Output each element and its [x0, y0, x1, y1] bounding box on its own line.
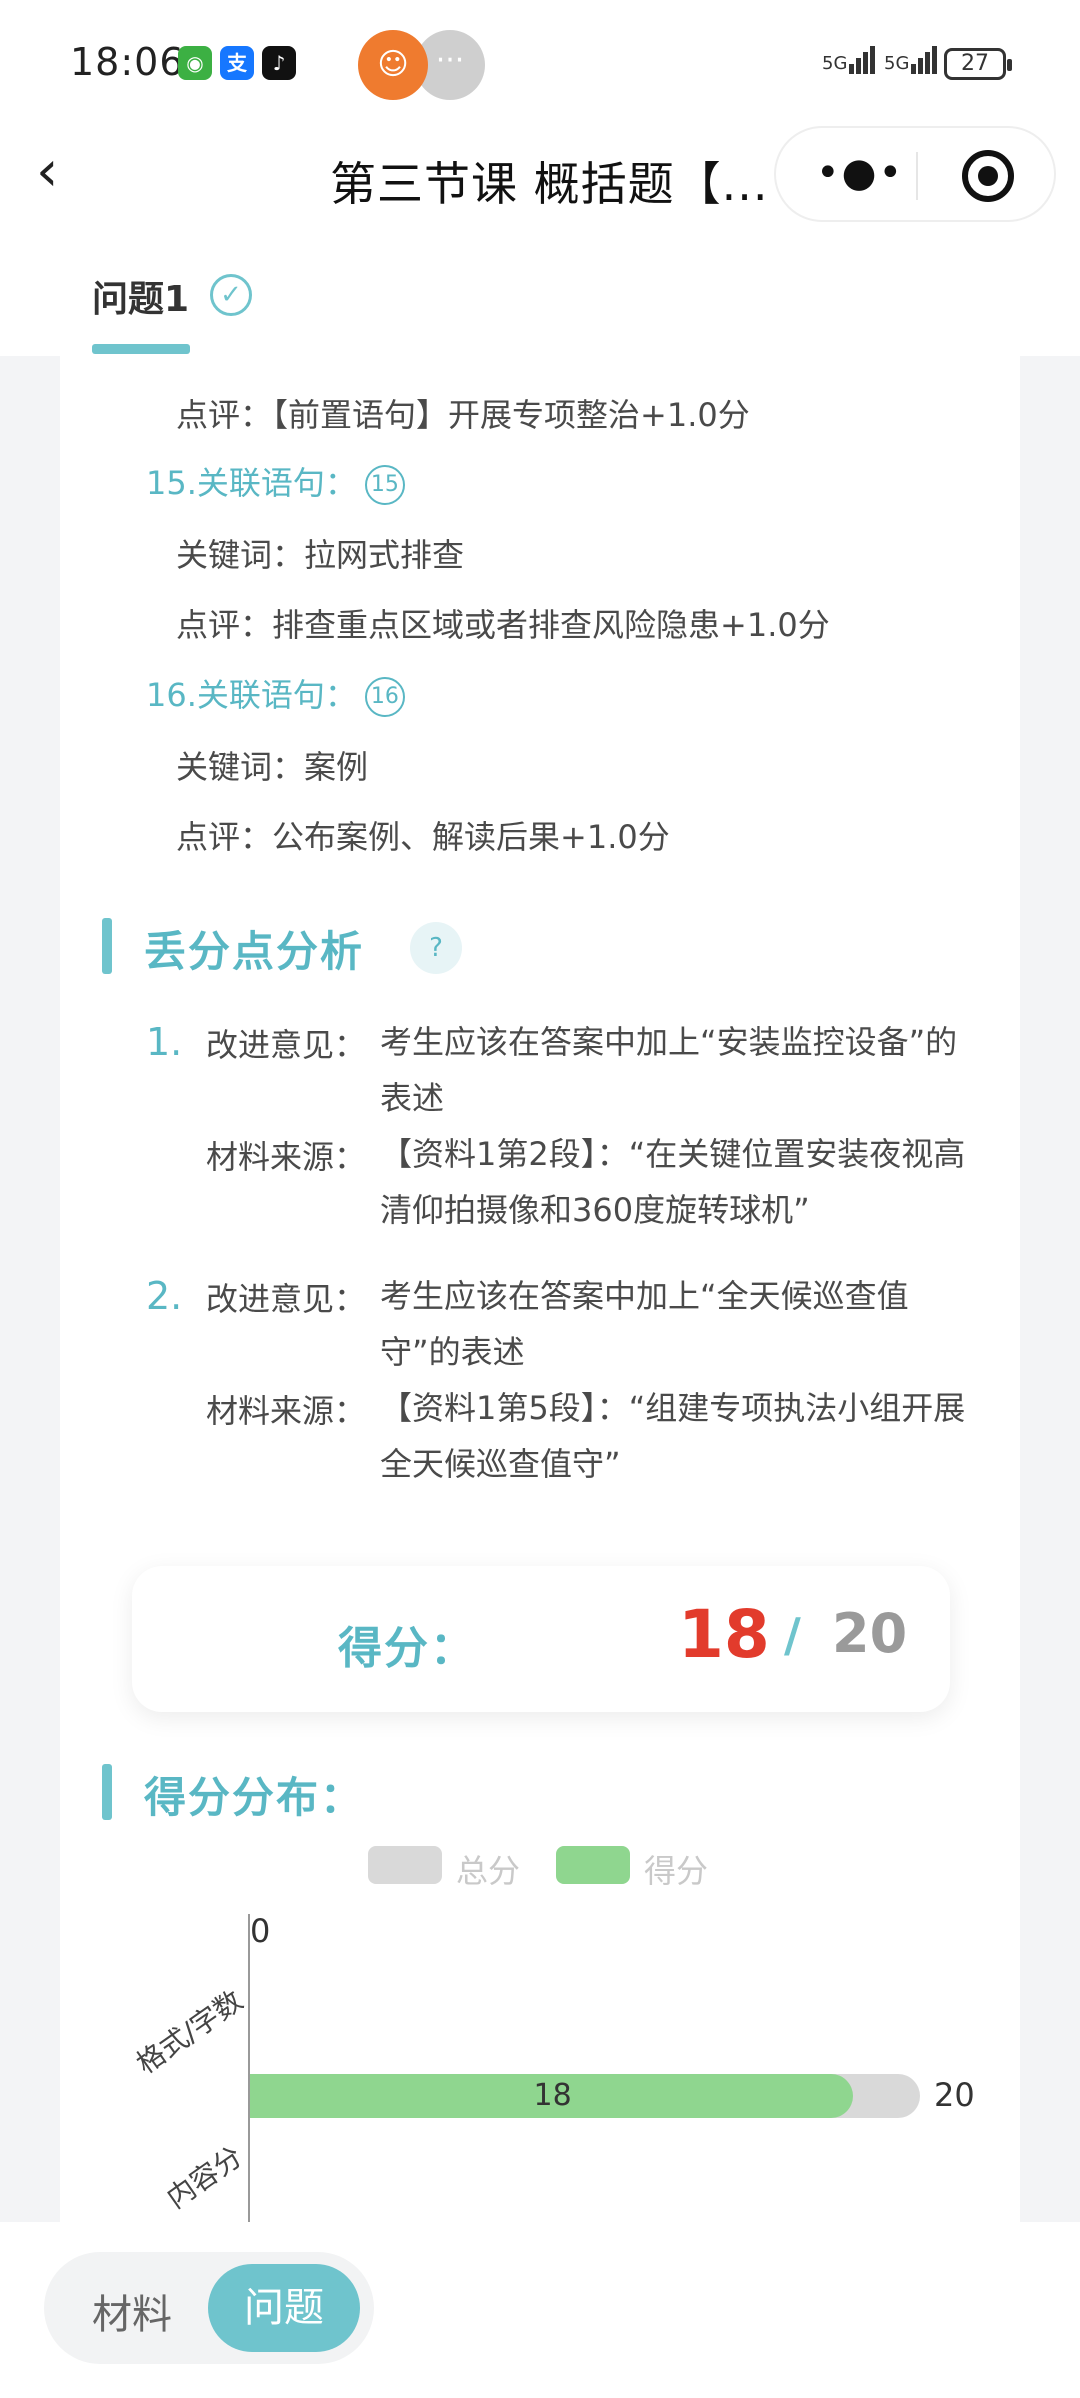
advice-label: 改进意见： [206, 1026, 367, 1064]
legend-swatch-score [556, 1846, 630, 1884]
loss-item-number: 2. [146, 1274, 183, 1318]
source-label: 材料来源： [206, 1138, 367, 1176]
battery-icon: 27 [944, 48, 1012, 80]
legend-label-score[interactable]: 得分 [644, 1846, 708, 1892]
legend-swatch-total [368, 1846, 442, 1884]
point-15-keyword: 关键词：拉网式排查 [176, 536, 465, 574]
signal-icon-1: 5G [822, 46, 877, 74]
advice-text: 考生应该在答案中加上“全天候巡查值守”的表述 [380, 1277, 909, 1371]
score-obtained: 18 [678, 1596, 770, 1673]
circled-number-16-icon: 16 [364, 677, 405, 717]
legend-label-total[interactable]: 总分 [456, 1846, 520, 1892]
advice-text: 考生应该在答案中加上“安装监控设备”的表述 [380, 1023, 958, 1117]
wechat-icon: ◉ [178, 46, 212, 80]
chart-category-content: 内容分 [160, 2139, 249, 2215]
source-text: 【资料1第5段】：“组建专项执法小组开展全天候巡查值守” [380, 1389, 966, 1483]
more-dots-icon[interactable]: •●• [816, 150, 904, 196]
bar-total-label-1: 20 [934, 2076, 975, 2114]
tab-active-indicator [92, 344, 190, 354]
status-time: 18:06 [70, 40, 185, 84]
point-14-comment: 点评：【前置语句】开展专项整治+1.0分 [176, 396, 750, 434]
loss-analysis-title: 丢分点分析 [144, 927, 365, 976]
segment-material[interactable]: 材料 [92, 2282, 172, 2340]
back-chevron-icon[interactable]: ‹ [36, 142, 58, 202]
douyin-icon: ♪ [262, 46, 296, 80]
segment-question[interactable]: 问题 [208, 2264, 360, 2352]
chart-y-axis [248, 1914, 250, 2222]
score-total: 20 [832, 1602, 908, 1665]
score-card: 得分： 18 / 20 [132, 1566, 950, 1712]
point-16-keyword: 关键词：案例 [176, 748, 369, 786]
thinking-face-icon: ? [410, 922, 462, 974]
segment-switch: 材料 问题 [44, 2252, 374, 2364]
point-15-comment: 点评：排查重点区域或者排查风险隐患+1.0分 [176, 606, 830, 644]
bottom-bar: 材料 问题 [0, 2222, 1080, 2398]
source-text: 【资料1第2段】：“在关键位置安装夜视高清仰拍摄像和360度旋转球机” [380, 1135, 966, 1229]
point-15-title: 15.关联语句： 15 [146, 458, 405, 505]
tab-question-1[interactable]: 问题1 [92, 270, 189, 322]
bar-total-label-0: 0 [250, 1912, 271, 1950]
loss-item-number: 1. [146, 1020, 183, 1064]
distribution-title: 得分分布： [144, 1773, 365, 1822]
source-label: 材料来源： [206, 1392, 367, 1430]
page-title: 第三节课 概括题【... [330, 157, 769, 211]
alipay-icon: 支 [220, 46, 254, 80]
score-slash: / [784, 1608, 801, 1662]
check-circle-icon: ✓ [210, 274, 252, 316]
content-card: 点评：【前置语句】开展专项整治+1.0分 15.关联语句： 15 关键词：拉网式排… [60, 356, 1020, 2222]
close-target-icon[interactable] [962, 150, 1014, 202]
mini-program-capsule: •●• [774, 126, 1056, 222]
bar-score-label-1: 18 [533, 2078, 572, 2113]
status-bar: 18:06 ◉ 支 ♪ ··· ☺ 5G 5G 27 [0, 0, 1080, 120]
chart-category-format: 格式/字数 [129, 1983, 249, 2081]
section-accent-bar [102, 918, 112, 974]
circled-number-15-icon: 15 [364, 465, 405, 505]
nav-bar: ‹ 第三节课 概括题【... •●• [0, 120, 1080, 230]
question-tabs: 问题1 ✓ [0, 230, 1080, 356]
section-accent-bar [102, 1764, 112, 1820]
advice-label: 改进意见： [206, 1280, 367, 1318]
capsule-divider [916, 152, 918, 200]
score-label: 得分： [338, 1623, 476, 1674]
signal-icon-2: 5G [884, 46, 939, 74]
floating-avatar[interactable]: ☺ [358, 30, 428, 100]
point-16-title: 16.关联语句： 16 [146, 670, 405, 717]
point-16-comment: 点评：公布案例、解读后果+1.0分 [176, 818, 670, 856]
